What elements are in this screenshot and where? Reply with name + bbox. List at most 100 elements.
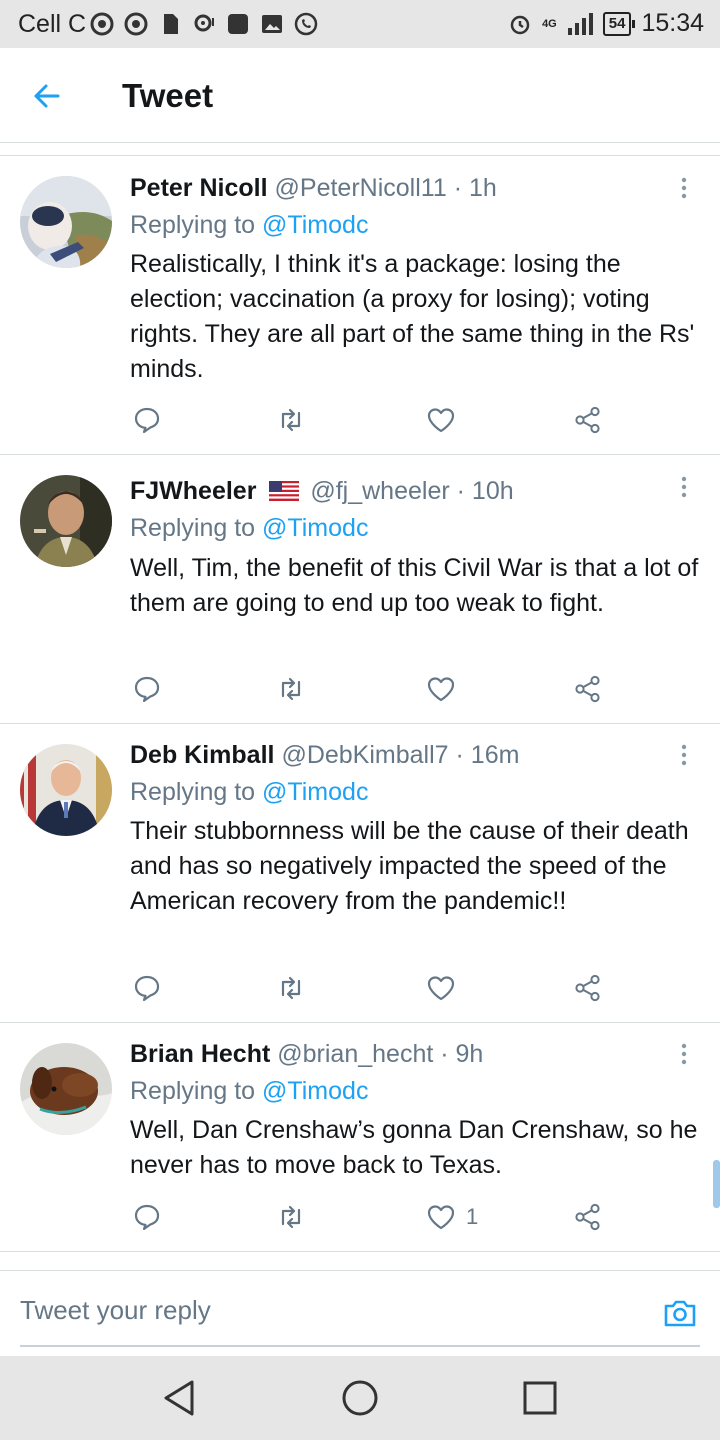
share-icon <box>575 974 600 1002</box>
like-count: 1 <box>466 1204 479 1229</box>
reply-button[interactable] <box>132 968 162 1008</box>
author-handle[interactable]: @DebKimball7 <box>281 741 448 769</box>
us-flag-icon <box>269 481 300 501</box>
status-right: 4G 54 15:34 <box>508 9 704 38</box>
notification-icons <box>90 9 318 39</box>
mention-link[interactable]: @Timodc <box>262 1077 368 1105</box>
tweet-text: Their stubbornness will be the cause of … <box>130 817 689 915</box>
like-button[interactable]: 1 <box>426 1197 478 1237</box>
separator-dot: · <box>440 1040 449 1068</box>
retweet-icon <box>281 1205 301 1229</box>
tweet-reply[interactable]: Brian Hecht @brian_hecht · 9h Replying t… <box>0 1023 720 1252</box>
like-button[interactable] <box>426 669 466 709</box>
separator-dot: · <box>453 174 463 202</box>
more-options-icon[interactable] <box>674 741 694 771</box>
author-name[interactable]: Brian Hecht <box>130 1040 270 1068</box>
retweet-button[interactable] <box>276 669 306 709</box>
avatar[interactable] <box>20 176 112 268</box>
app-header: Tweet <box>0 48 720 143</box>
retweet-button[interactable] <box>276 968 306 1008</box>
tweet-actions: 1 <box>130 1197 620 1237</box>
camera-icon[interactable] <box>662 1295 698 1331</box>
nav-home-icon[interactable] <box>338 1376 382 1420</box>
author-name[interactable]: FJWheeler <box>130 477 256 505</box>
replying-to: Replying to @Timodc <box>130 514 368 543</box>
replying-to-label: Replying to <box>130 211 256 239</box>
share-button[interactable] <box>573 968 603 1008</box>
clock: 15:34 <box>641 9 704 37</box>
replying-to-label: Replying to <box>130 514 256 542</box>
share-button[interactable] <box>573 1197 603 1237</box>
tweet-reply[interactable]: FJWheeler @fj_wheeler · 10h Replying to … <box>0 455 720 724</box>
tweet-text: Realistically, I think it's a package: l… <box>130 250 695 383</box>
separator-dot: · <box>455 741 464 769</box>
retweet-icon <box>281 408 301 432</box>
reply-icon <box>134 1204 160 1231</box>
tweet-actions <box>130 400 620 440</box>
tweet-actions <box>130 968 620 1008</box>
status-bar: Cell C 4G 54 15:34 <box>0 0 720 48</box>
share-icon <box>575 675 600 703</box>
tweet-time: 16m <box>470 741 520 769</box>
nav-back-icon[interactable] <box>158 1376 202 1420</box>
tweet-header: Deb Kimball @DebKimball7 · 16m <box>130 741 519 770</box>
replying-to: Replying to @Timodc <box>130 778 368 807</box>
avatar[interactable] <box>20 744 112 836</box>
network-type: 4G <box>542 17 557 30</box>
like-button[interactable] <box>426 968 466 1008</box>
tweet-text: Well, Dan Crenshaw’s gonna Dan Crenshaw,… <box>130 1116 698 1179</box>
app-notification-icon <box>228 14 248 34</box>
avatar[interactable] <box>20 1043 112 1135</box>
more-options-icon[interactable] <box>674 174 694 204</box>
heart-icon <box>427 408 455 433</box>
reply-input[interactable] <box>20 1285 620 1335</box>
tweet-text: Well, Tim, the benefit of this Civil War… <box>130 554 699 617</box>
tweet-actions <box>130 669 620 709</box>
retweet-icon <box>281 976 301 1000</box>
heart-icon <box>427 677 455 702</box>
back-arrow-icon[interactable] <box>26 74 70 118</box>
sd-card-icon <box>164 14 178 34</box>
share-button[interactable] <box>573 400 603 440</box>
tweet-header: Brian Hecht @brian_hecht · 9h <box>130 1040 483 1069</box>
tweet-reply[interactable]: Peter Nicoll @PeterNicoll11 · 1h Replyin… <box>0 156 720 455</box>
author-handle[interactable]: @fj_wheeler <box>310 477 449 505</box>
tweet-time: 9h <box>455 1040 484 1068</box>
share-icon <box>575 1203 600 1231</box>
retweet-button[interactable] <box>276 1197 306 1237</box>
replying-to: Replying to @Timodc <box>130 211 368 240</box>
mention-link[interactable]: @Timodc <box>262 514 368 542</box>
reply-icon <box>134 407 160 434</box>
tweet-reply[interactable]: Deb Kimball @DebKimball7 · 16m Replying … <box>0 724 720 1023</box>
share-button[interactable] <box>573 669 603 709</box>
input-underline <box>20 1345 700 1347</box>
avatar[interactable] <box>20 475 112 567</box>
scrollbar-thumb[interactable] <box>713 1160 720 1208</box>
author-name[interactable]: Deb Kimball <box>130 741 274 769</box>
heart-icon <box>427 976 455 1001</box>
image-icon <box>262 15 282 33</box>
mention-link[interactable]: @Timodc <box>262 211 368 239</box>
retweet-button[interactable] <box>276 400 306 440</box>
like-button[interactable] <box>426 400 466 440</box>
more-options-icon[interactable] <box>674 473 694 503</box>
heart-icon <box>427 1205 455 1230</box>
reply-button[interactable] <box>132 400 162 440</box>
reply-button[interactable] <box>132 669 162 709</box>
reply-button[interactable] <box>132 1197 162 1237</box>
battery-icon: 54 <box>602 11 636 36</box>
more-options-icon[interactable] <box>674 1040 694 1070</box>
chrome-icon <box>90 12 114 36</box>
carrier-label: Cell C <box>18 10 87 38</box>
author-handle[interactable]: @PeterNicoll11 <box>275 174 447 202</box>
tweet-time: 1h <box>468 174 497 202</box>
reply-composer <box>0 1270 720 1357</box>
whatsapp-icon <box>294 12 318 36</box>
author-name[interactable]: Peter Nicoll <box>130 174 268 202</box>
nav-recents-icon[interactable] <box>518 1376 562 1420</box>
author-handle[interactable]: @brian_hecht <box>277 1040 433 1068</box>
mention-link[interactable]: @Timodc <box>262 778 368 806</box>
tweet-time: 10h <box>471 477 514 505</box>
page-title: Tweet <box>122 77 214 114</box>
system-nav-bar <box>0 1356 720 1440</box>
